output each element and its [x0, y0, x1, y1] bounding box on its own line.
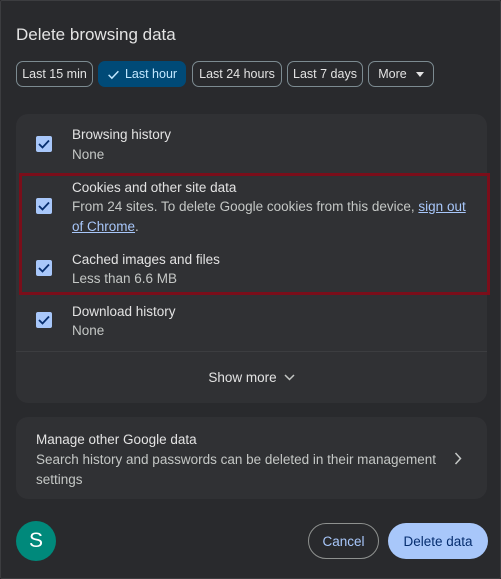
chip-label: Last 15 min: [22, 67, 87, 81]
item-title: Browsing history: [72, 127, 172, 142]
chevron-right-icon: [454, 452, 462, 465]
account-avatar[interactable]: S: [16, 521, 56, 561]
checkmark-icon: [38, 315, 50, 325]
delete-browsing-data-dialog: Delete browsing data Last 15 min Last ho…: [0, 0, 501, 579]
item-subtitle: None: [72, 147, 105, 162]
caret-down-icon: [415, 71, 424, 77]
download-history-checkbox[interactable]: [36, 312, 52, 328]
chip-last-24-hours[interactable]: Last 24 hours: [192, 61, 282, 87]
delete-data-button[interactable]: Delete data: [388, 523, 488, 559]
chip-label: Last hour: [124, 67, 178, 81]
highlight-box: [19, 173, 490, 295]
data-type-browsing-history[interactable]: Browsing history None: [16, 114, 487, 174]
check-icon: [108, 70, 119, 79]
show-more-button[interactable]: Show more: [16, 352, 487, 403]
chip-last-hour[interactable]: Last hour: [98, 61, 186, 87]
manage-google-data-row[interactable]: Manage other Google data Search history …: [16, 417, 487, 499]
manage-subtitle: Search history and passwords can be dele…: [36, 452, 436, 487]
browsing-history-checkbox[interactable]: [36, 136, 52, 152]
chevron-down-icon: [284, 374, 295, 381]
dialog-title: Delete browsing data: [16, 25, 176, 44]
item-title: Download history: [72, 304, 176, 319]
chip-label: Last 24 hours: [199, 67, 275, 81]
checkmark-icon: [38, 139, 50, 149]
manage-title: Manage other Google data: [36, 432, 197, 447]
cancel-button[interactable]: Cancel: [308, 523, 379, 559]
chip-label: Last 7 days: [293, 67, 357, 81]
item-subtitle: None: [72, 323, 105, 338]
chip-label: More: [378, 67, 407, 81]
chip-last-15-min[interactable]: Last 15 min: [16, 61, 93, 87]
show-more-label: Show more: [208, 370, 277, 385]
chip-last-7-days[interactable]: Last 7 days: [287, 61, 363, 87]
chip-more-dropdown[interactable]: More: [368, 61, 434, 87]
data-type-download-history[interactable]: Download history None: [16, 298, 487, 351]
